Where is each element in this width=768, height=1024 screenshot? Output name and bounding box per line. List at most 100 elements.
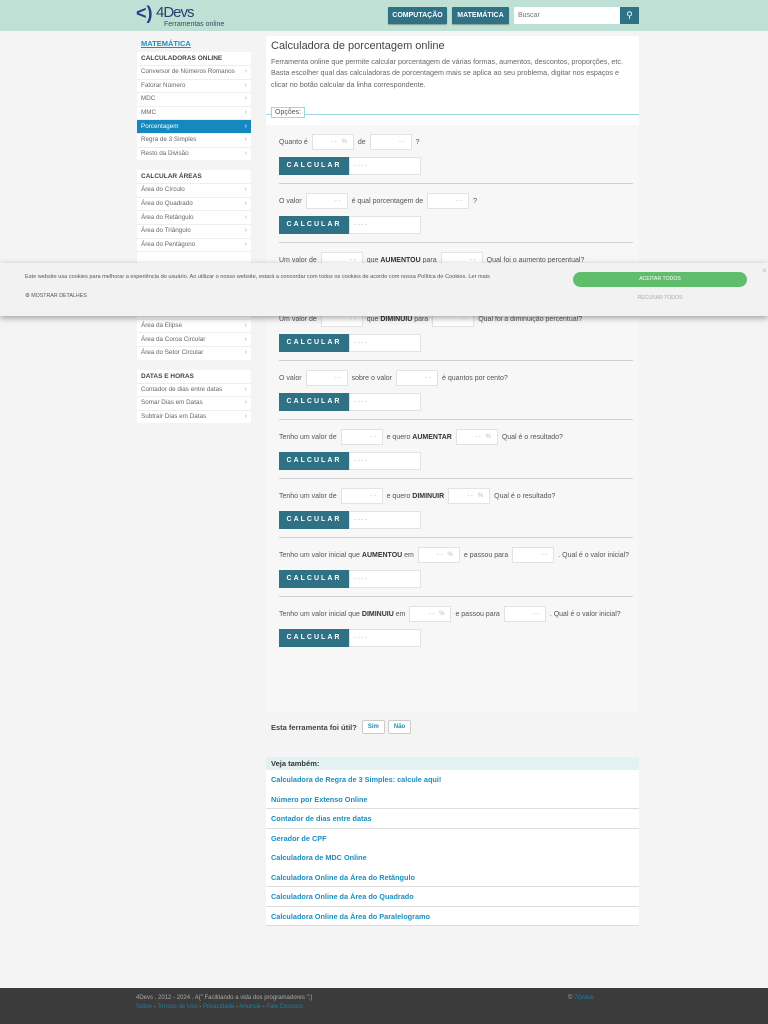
- chevron-right-icon: ›: [244, 136, 247, 144]
- footer-link[interactable]: Privacidade: [203, 1004, 234, 1010]
- question-text: O valor: [279, 198, 302, 205]
- question-keyword: AUMENTAR: [412, 434, 452, 441]
- sidebar-item[interactable]: Regra de 3 Simples ›: [137, 132, 251, 147]
- see-also-link[interactable]: Calculadora Online da Área do Retângulo: [266, 867, 639, 887]
- sidebar-item[interactable]: Resto da Divisão ›: [137, 146, 251, 161]
- sidebar-item[interactable]: Área do Setor Circular ›: [137, 345, 251, 360]
- feedback-yes-button[interactable]: Sim: [361, 720, 385, 734]
- search-icon: ⚲: [626, 10, 633, 20]
- calculate-button[interactable]: CALCULAR: [279, 452, 349, 470]
- sidebar-item[interactable]: MMC ›: [137, 105, 251, 120]
- sidebar-item-label: Área do Triângulo: [141, 227, 191, 235]
- search-input[interactable]: [514, 7, 620, 24]
- see-also-link[interactable]: Calculadora de Regra de 3 Simples: calcu…: [266, 770, 639, 790]
- chevron-right-icon: ›: [244, 412, 247, 420]
- calculator-panel: Calculadora de porcentagem online Ferram…: [266, 36, 639, 712]
- footer-link[interactable]: Sobre: [136, 1004, 152, 1010]
- value-input[interactable]: - -: [396, 370, 439, 387]
- question-text: e passou para: [455, 611, 500, 618]
- sidebar-item[interactable]: Área do Pentágono ›: [137, 237, 251, 252]
- calculator-row: Tenho um valor de - -e quero DIMINUIR - -%…: [279, 478, 633, 537]
- accept-all-button[interactable]: ACEITAR TODOS: [573, 272, 747, 287]
- sidebar-item-label: Conversor de Números Romanos: [141, 68, 235, 76]
- question-text: sobre o valor: [351, 375, 393, 382]
- chevron-right-icon: ›: [244, 81, 247, 89]
- value-input[interactable]: - -%: [455, 429, 498, 446]
- question-text: Um valor de: [279, 316, 317, 323]
- value-input[interactable]: - -%: [417, 547, 460, 564]
- footer-link[interactable]: Termos de Uso: [157, 1004, 197, 1010]
- search-button[interactable]: ⚲: [620, 7, 639, 24]
- sidebar-title[interactable]: MATEMÁTICA: [141, 38, 251, 52]
- sidebar-item[interactable]: Conversor de Números Romanos ›: [137, 65, 251, 79]
- calculate-button[interactable]: CALCULAR: [279, 216, 349, 234]
- sidebar-item[interactable]: Contador de dias entre datas ›: [137, 382, 251, 397]
- value-input[interactable]: - -%: [448, 488, 491, 505]
- chevron-right-icon: ›: [244, 200, 247, 208]
- value-input[interactable]: - -: [512, 547, 555, 564]
- value-input[interactable]: - -: [340, 429, 383, 446]
- nav-computacao-button[interactable]: COMPUTAÇÃO: [388, 7, 447, 24]
- sidebar-item[interactable]: Fatorar Número ›: [137, 78, 251, 93]
- question-text: é qual porcentagem de: [351, 198, 424, 205]
- sidebar-item[interactable]: Área do Quadrado ›: [137, 196, 251, 211]
- value-input[interactable]: - -: [305, 193, 348, 210]
- value-input[interactable]: - -%: [311, 134, 354, 151]
- value-input[interactable]: - -%: [409, 606, 452, 623]
- calculate-button[interactable]: CALCULAR: [279, 157, 349, 175]
- value-input[interactable]: - -: [503, 606, 546, 623]
- result-field: - - - -: [349, 452, 421, 470]
- sidebar-item[interactable]: Porcentagem ›: [137, 119, 251, 133]
- see-also-link[interactable]: Contador de dias entre datas: [266, 809, 639, 829]
- question-text: em: [393, 611, 406, 618]
- see-also-link[interactable]: Calculadora Online da Área do Paralelogr…: [266, 906, 639, 926]
- input-placeholder: - -: [533, 611, 539, 618]
- sidebar-item[interactable]: Área do Triângulo ›: [137, 223, 251, 238]
- logo[interactable]: <) 4Devs Ferramentas online: [136, 3, 226, 29]
- footer-link[interactable]: Anuncie: [239, 1004, 261, 1010]
- sidebar-item[interactable]: MDC ›: [137, 92, 251, 106]
- close-icon[interactable]: ×: [762, 266, 767, 275]
- question-text: e passou para: [463, 552, 509, 559]
- input-placeholder: - -: [541, 552, 548, 559]
- question-text: Tenho um valor de: [279, 493, 337, 500]
- feedback-no-button[interactable]: Não: [387, 720, 412, 734]
- question-text: Tenho um valor inicial que: [279, 611, 362, 618]
- footer-copyright: 4Devs . 2012 - 2024 . A{" Facilitando a …: [136, 995, 313, 1001]
- sidebar-item-label: Regra de 3 Simples: [141, 136, 197, 144]
- value-input[interactable]: - -: [305, 370, 348, 387]
- sidebar-item[interactable]: Área da Coroa Circular ›: [137, 332, 251, 346]
- question-text: . Qual é o valor inicial?: [558, 552, 630, 559]
- cookie-details-button[interactable]: ⚙ MOSTRAR DETALHES: [25, 293, 87, 299]
- see-also-link[interactable]: Gerador de CPF: [266, 828, 639, 848]
- sidebar-item[interactable]: Somar Dias em Datas ›: [137, 396, 251, 410]
- calculate-button[interactable]: CALCULAR: [279, 511, 349, 529]
- input-placeholder: - -: [334, 198, 341, 205]
- value-input[interactable]: - -: [369, 134, 412, 151]
- see-also-link[interactable]: Número por Extenso Online: [266, 789, 639, 809]
- sidebar-item[interactable]: Área do Círculo ›: [137, 183, 251, 197]
- sidebar-item-label: Área da Elipse: [141, 322, 182, 330]
- sidebar-item[interactable]: Subtrair Dias em Datas ›: [137, 409, 251, 424]
- row-question: O valor - - sobre o valor - - é quantos por …: [279, 370, 633, 388]
- cookie-details-label: MOSTRAR DETALHES: [31, 293, 87, 299]
- description-line-1: Ferramenta online que permite calcular p…: [271, 57, 623, 66]
- sidebar-item[interactable]: Área do Retângulo ›: [137, 210, 251, 224]
- sidebar-group-title: DATAS E HORAS: [141, 372, 194, 380]
- reject-all-button[interactable]: RECUSAR TODOS: [573, 295, 747, 301]
- calculate-button[interactable]: CALCULAR: [279, 393, 349, 411]
- value-input[interactable]: - -: [340, 488, 383, 505]
- value-input[interactable]: - -: [427, 193, 470, 210]
- nav-matematica-button[interactable]: MATEMÁTICA: [452, 7, 509, 24]
- sidebar-item[interactable]: Área da Elipse ›: [137, 318, 251, 333]
- result-field: - - - -: [349, 334, 421, 352]
- credit-link[interactable]: 7Graus: [574, 995, 594, 1001]
- calculate-button[interactable]: CALCULAR: [279, 334, 349, 352]
- footer-link[interactable]: Fale Conosco: [266, 1004, 303, 1010]
- calculator-row: Tenho um valor inicial que AUMENTOU em - …: [279, 537, 633, 596]
- calculate-button[interactable]: CALCULAR: [279, 570, 349, 588]
- see-also-link[interactable]: Calculadora Online da Área do Quadrado: [266, 887, 639, 907]
- question-text: para: [412, 316, 429, 323]
- see-also-link[interactable]: Calculadora de MDC Online: [266, 848, 639, 868]
- calculate-button[interactable]: CALCULAR: [279, 629, 349, 647]
